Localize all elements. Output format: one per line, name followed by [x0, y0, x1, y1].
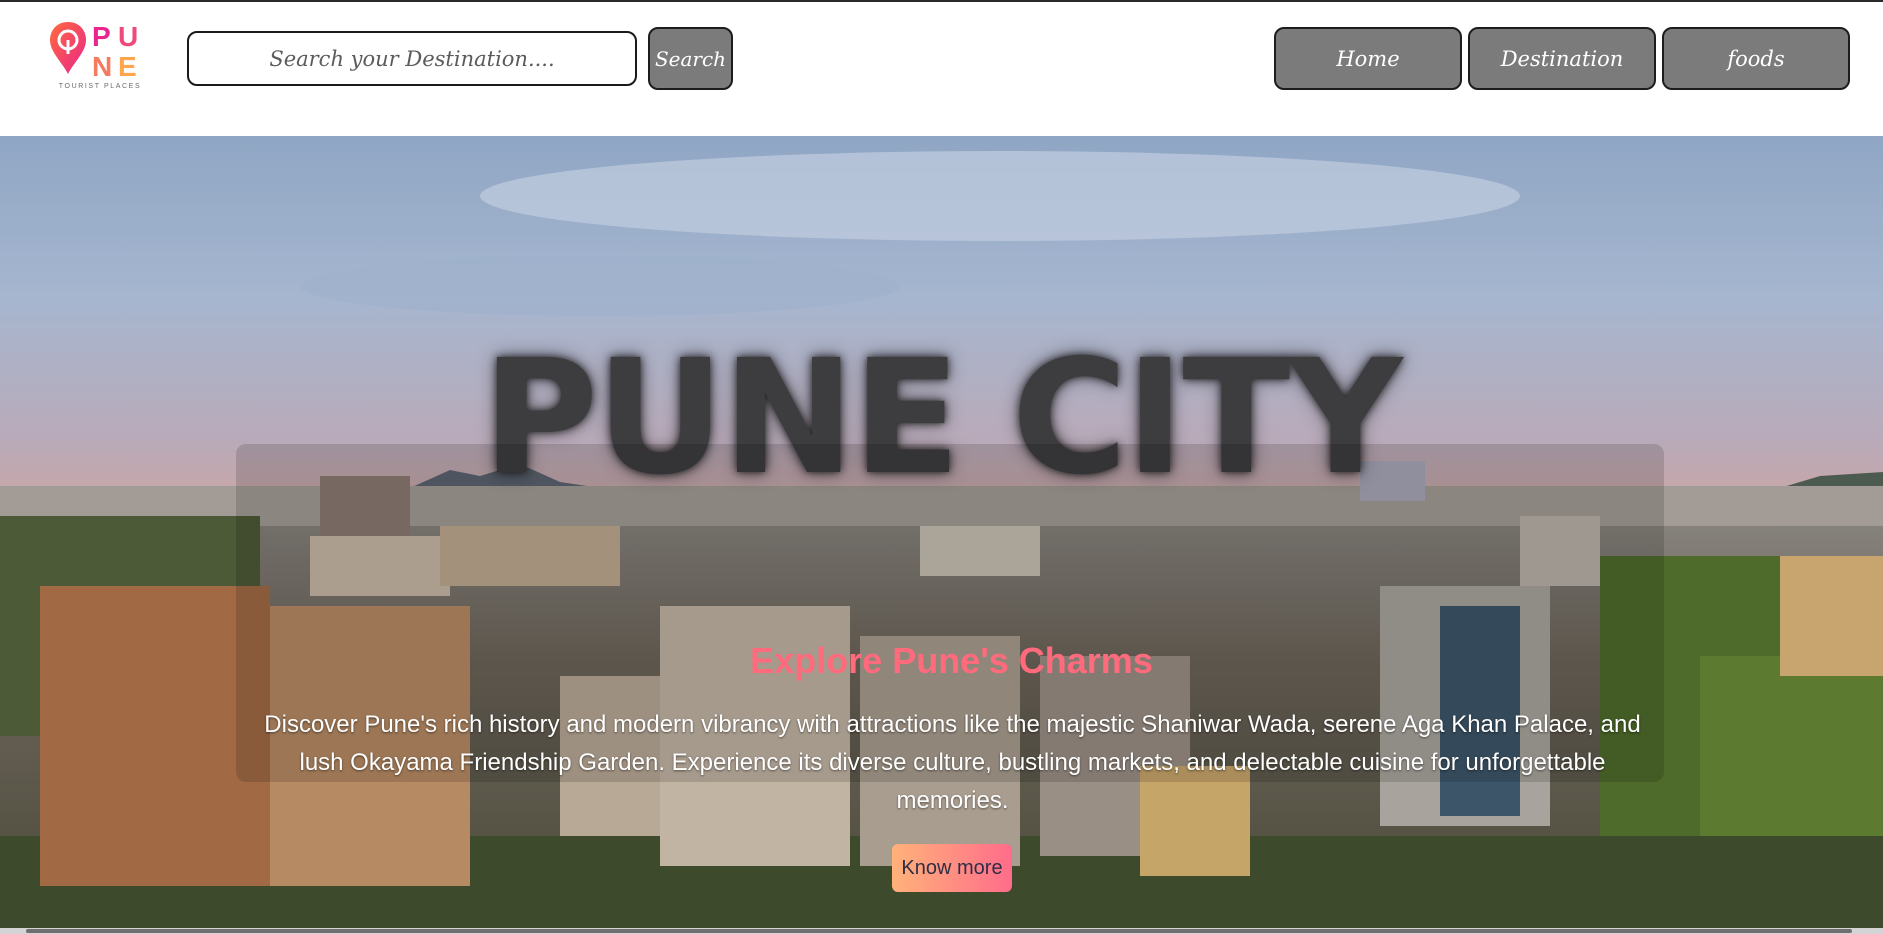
logo-letter-e: E — [118, 51, 137, 82]
nav-home-button[interactable]: Home — [1274, 27, 1462, 90]
know-more-button[interactable]: Know more — [892, 844, 1012, 892]
site-header: P U N E TOURIST PLACES Search Home Desti… — [0, 2, 1883, 136]
logo-tagline: TOURIST PLACES — [58, 83, 142, 90]
search-button[interactable]: Search — [648, 27, 733, 90]
logo-letter-n: N — [92, 51, 112, 82]
logo-letter-p: P — [92, 21, 111, 52]
nav-foods-button[interactable]: foods — [1662, 27, 1850, 90]
search-input[interactable] — [187, 31, 637, 86]
nav-destination-button[interactable]: Destination — [1468, 27, 1656, 90]
horizontal-scrollbar[interactable] — [0, 928, 1883, 934]
hero-description: Discover Pune's rich history and modern … — [264, 711, 1641, 814]
scrollbar-thumb[interactable] — [26, 929, 1852, 933]
map-pin-icon — [50, 22, 86, 74]
logo-letter-u: U — [118, 21, 138, 52]
hero-heading: Explore Pune's Charms — [750, 640, 1153, 681]
